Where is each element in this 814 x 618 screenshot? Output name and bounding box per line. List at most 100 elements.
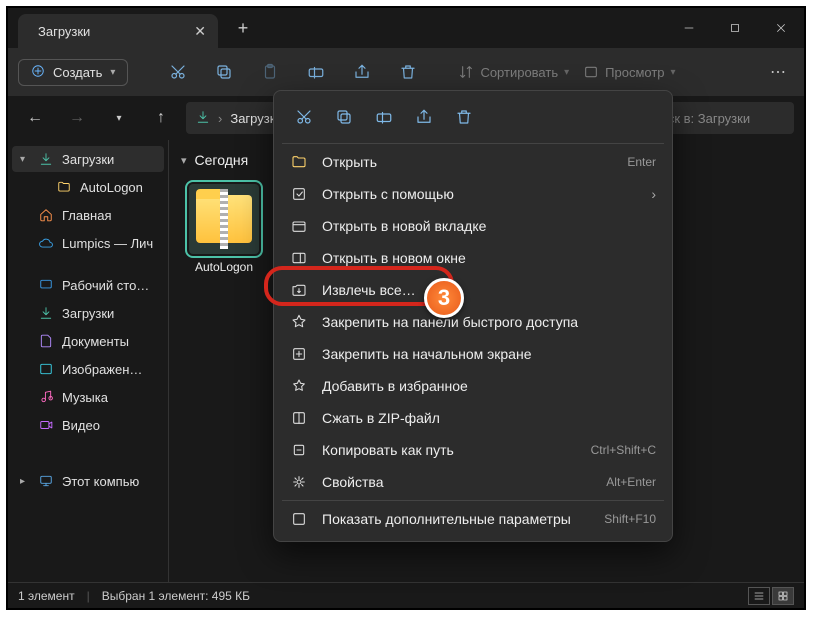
- sidebar-item-label: Главная: [62, 208, 111, 223]
- ctx-open[interactable]: Открыть Enter: [274, 146, 672, 178]
- plus-icon: [31, 64, 45, 81]
- ctx-open-new-tab[interactable]: Открыть в новой вкладке: [274, 210, 672, 242]
- sidebar-item-desktop[interactable]: Рабочий сто…: [12, 272, 164, 298]
- view-button[interactable]: Просмотр▾: [583, 64, 675, 80]
- chevron-right-icon: ›: [651, 186, 656, 202]
- document-icon: [38, 333, 54, 349]
- create-button[interactable]: Создать ▾: [18, 59, 128, 86]
- music-icon: [38, 389, 54, 405]
- ctx-pin-quick-access[interactable]: Закрепить на панели быстрого доступа: [274, 306, 672, 338]
- toolbar: Создать ▾ Сортировать▾ Просмотр▾ ⋯: [8, 48, 804, 96]
- ctx-delete-button[interactable]: [448, 101, 480, 133]
- sidebar-item-label: Загрузки: [62, 152, 114, 167]
- paste-button[interactable]: [254, 56, 286, 88]
- properties-icon: [290, 473, 308, 491]
- ctx-compress[interactable]: Сжать в ZIP-файл: [274, 402, 672, 434]
- ctx-add-favorite[interactable]: Добавить в избранное: [274, 370, 672, 402]
- context-menu: Открыть Enter Открыть с помощью › Открыт…: [273, 90, 673, 542]
- close-window-button[interactable]: [758, 8, 804, 48]
- ctx-copy-path[interactable]: Копировать как путь Ctrl+Shift+C: [274, 434, 672, 466]
- ctx-show-more[interactable]: Показать дополнительные параметры Shift+…: [274, 503, 672, 535]
- chevron-down-icon: ▾: [110, 67, 115, 78]
- chevron-down-icon: ▾: [20, 154, 30, 165]
- browser-tab[interactable]: Загрузки ✕: [18, 14, 218, 48]
- back-button[interactable]: ←: [18, 101, 52, 135]
- status-selection: Выбран 1 элемент: 495 КБ: [102, 589, 250, 603]
- new-tab-button[interactable]: +: [226, 18, 260, 39]
- home-icon: [38, 207, 54, 223]
- sidebar-item-label: Загрузки: [62, 306, 114, 321]
- pin-icon: [290, 313, 308, 331]
- download-icon: [38, 151, 54, 167]
- view-icons-button[interactable]: [772, 587, 794, 605]
- sidebar-item-music[interactable]: Музыка: [12, 384, 164, 410]
- open-with-icon: [290, 185, 308, 203]
- sidebar-item-lumpics[interactable]: ▸ Lumpics — Лич: [12, 230, 164, 256]
- sidebar-item-video[interactable]: Видео: [12, 412, 164, 438]
- ctx-share-button[interactable]: [408, 101, 440, 133]
- download-icon: [196, 110, 210, 127]
- pc-icon: [38, 473, 54, 489]
- copy-path-icon: [290, 441, 308, 459]
- sidebar-item-documents[interactable]: Документы: [12, 328, 164, 354]
- up-button[interactable]: ↑: [144, 101, 178, 135]
- forward-button[interactable]: →: [60, 101, 94, 135]
- recent-button[interactable]: ▾: [102, 101, 136, 135]
- sidebar-item-downloads2[interactable]: Загрузки: [12, 300, 164, 326]
- cloud-icon: [38, 235, 54, 251]
- copy-button[interactable]: [208, 56, 240, 88]
- zip-icon: [196, 195, 252, 243]
- step-badge: 3: [424, 278, 464, 318]
- window-controls: [666, 8, 804, 48]
- sidebar-item-label: Lumpics — Лич: [62, 236, 153, 251]
- ctx-pin-start[interactable]: Закрепить на начальном экране: [274, 338, 672, 370]
- view-details-button[interactable]: [748, 587, 770, 605]
- minimize-button[interactable]: [666, 8, 712, 48]
- share-button[interactable]: [346, 56, 378, 88]
- video-icon: [38, 417, 54, 433]
- delete-button[interactable]: [392, 56, 424, 88]
- maximize-button[interactable]: [712, 8, 758, 48]
- pin-start-icon: [290, 345, 308, 363]
- status-count: 1 элемент: [18, 589, 75, 603]
- sidebar-item-label: Документы: [62, 334, 129, 349]
- group-label: Сегодня: [195, 152, 249, 168]
- ctx-open-new-window[interactable]: Открыть в новом окне: [274, 242, 672, 274]
- star-icon: [290, 377, 308, 395]
- ctx-copy-button[interactable]: [328, 101, 360, 133]
- more-button[interactable]: ⋯: [762, 56, 794, 88]
- status-bar: 1 элемент | Выбран 1 элемент: 495 КБ: [8, 582, 804, 608]
- tab-title: Загрузки: [38, 24, 186, 39]
- chevron-down-icon: ▾: [181, 154, 187, 167]
- download-icon: [38, 305, 54, 321]
- ctx-properties[interactable]: Свойства Alt+Enter: [274, 466, 672, 498]
- sidebar-item-pictures[interactable]: Изображен…: [12, 356, 164, 382]
- rename-button[interactable]: [300, 56, 332, 88]
- cut-button[interactable]: [162, 56, 194, 88]
- file-name: AutoLogon: [195, 260, 253, 274]
- desktop-icon: [38, 277, 54, 293]
- ctx-extract-all[interactable]: Извлечь все…: [274, 274, 672, 306]
- sidebar-item-label: Музыка: [62, 390, 108, 405]
- sidebar-item-home[interactable]: Главная: [12, 202, 164, 228]
- close-tab-icon[interactable]: ✕: [194, 23, 206, 40]
- tab-icon: [290, 217, 308, 235]
- chevron-right-icon: ▸: [20, 476, 30, 487]
- sidebar-item-label: Рабочий сто…: [62, 278, 149, 293]
- zip-icon: [290, 409, 308, 427]
- folder-icon: [290, 153, 308, 171]
- pictures-icon: [38, 361, 54, 377]
- sidebar-item-label: Изображен…: [62, 362, 142, 377]
- sort-button[interactable]: Сортировать▾: [458, 64, 569, 80]
- ctx-open-with[interactable]: Открыть с помощью ›: [274, 178, 672, 210]
- ctx-cut-button[interactable]: [288, 101, 320, 133]
- sidebar-item-label: AutoLogon: [80, 180, 143, 195]
- extract-icon: [290, 281, 308, 299]
- more-icon: [290, 510, 308, 528]
- folder-icon: [56, 179, 72, 195]
- file-item[interactable]: AutoLogon: [189, 184, 259, 274]
- ctx-rename-button[interactable]: [368, 101, 400, 133]
- sidebar-item-thispc[interactable]: ▸ Этот компью: [12, 468, 164, 494]
- sidebar-item-downloads[interactable]: ▾ Загрузки: [12, 146, 164, 172]
- sidebar-item-autologon[interactable]: AutoLogon: [12, 174, 164, 200]
